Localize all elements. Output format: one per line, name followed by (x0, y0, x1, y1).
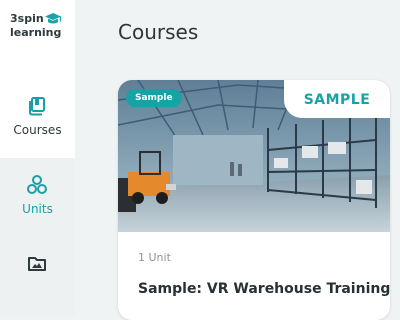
sidebar: 3spin learning Courses Units (0, 0, 75, 316)
graduation-cap-icon (45, 13, 61, 24)
brand-logo[interactable]: 3spin learning (0, 0, 75, 80)
folder-image-icon (28, 257, 46, 271)
sample-badge: Sample (126, 89, 182, 107)
sidebar-item-label: Units (22, 202, 53, 216)
sidebar-item-media[interactable] (0, 237, 75, 316)
main-content: Courses Sample SAMPLE 1 Unit Sample: VR … (75, 0, 400, 320)
book-icon (29, 97, 45, 116)
course-title[interactable]: Sample: VR Warehouse Training (138, 281, 390, 297)
course-card[interactable]: Sample SAMPLE 1 Unit Sample: VR Warehous… (118, 80, 390, 320)
unit-count: 1 Unit (138, 251, 171, 264)
page-title: Courses (118, 20, 199, 44)
sidebar-item-units[interactable]: Units (0, 158, 75, 237)
units-cluster-icon (27, 175, 47, 194)
sidebar-item-courses[interactable]: Courses (0, 79, 75, 158)
sample-corner-label: SAMPLE (284, 80, 390, 118)
brand-line-2: learning (10, 26, 62, 39)
sidebar-item-label: Courses (13, 123, 62, 137)
